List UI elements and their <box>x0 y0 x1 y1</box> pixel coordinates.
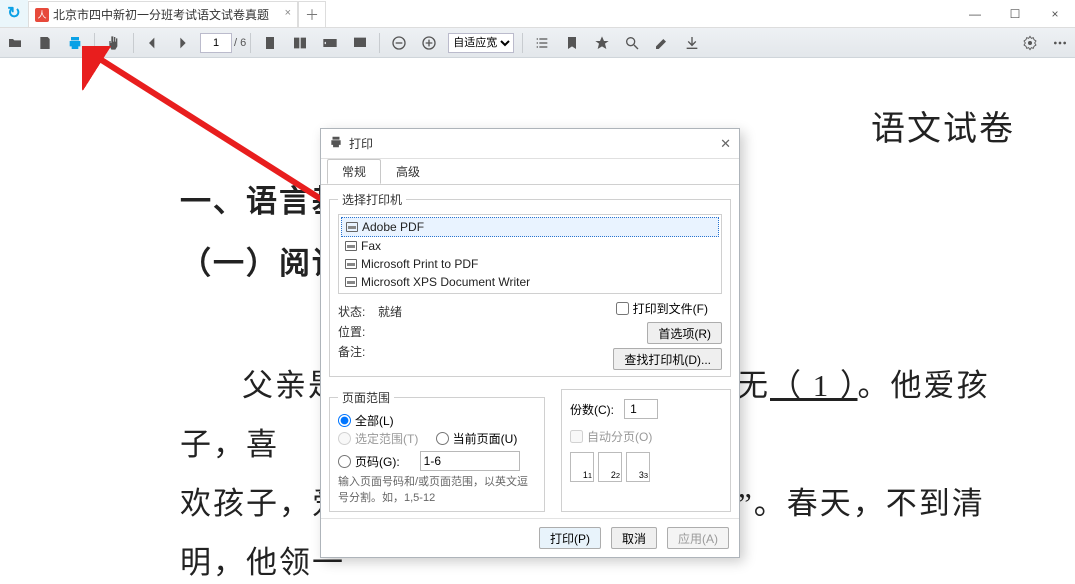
range-pages-radio[interactable]: 页码(G): <box>338 453 400 470</box>
printer-item-icon <box>346 222 358 232</box>
edit-button[interactable] <box>647 29 677 57</box>
app-icon: ↻ <box>0 0 28 27</box>
favorite-button[interactable] <box>587 29 617 57</box>
collate-checkbox: 自动分页(O) <box>570 428 652 445</box>
printer-list[interactable]: Adobe PDF Fax Microsoft Print to PDF Mic… <box>338 214 722 294</box>
single-page-button[interactable] <box>255 29 285 57</box>
more-button[interactable] <box>1045 29 1075 57</box>
document-tab[interactable]: 人 北京市四中新初一分班考试语文试卷真题 × <box>28 1 298 27</box>
next-page-button[interactable] <box>168 29 198 57</box>
window-maximize-button[interactable]: ☐ <box>995 0 1035 28</box>
window-controls: — ☐ × <box>955 0 1075 28</box>
range-current-radio[interactable]: 当前页面(U) <box>436 430 518 447</box>
printer-item-fax[interactable]: Fax <box>341 237 719 255</box>
tab-advanced[interactable]: 高级 <box>381 159 435 184</box>
hand-tool-button[interactable] <box>99 29 129 57</box>
settings-button[interactable] <box>1015 29 1045 57</box>
printer-group-label: 选择打印机 <box>338 191 406 208</box>
range-all-radio[interactable]: 全部(L) <box>338 412 394 429</box>
zoom-select[interactable]: 自适应宽 <box>448 33 514 53</box>
prev-page-button[interactable] <box>138 29 168 57</box>
status-value: 就绪 <box>378 303 402 320</box>
collate-preview: 112233 <box>570 452 722 482</box>
apply-button: 应用(A) <box>667 527 729 549</box>
search-button[interactable] <box>617 29 647 57</box>
zoom-out-button[interactable] <box>384 29 414 57</box>
range-help-text: 输入页面号码和/或页面范围，以英文逗号分割。如，1,5-12 <box>338 473 536 505</box>
page-total-label: / 6 <box>234 37 246 49</box>
printer-icon <box>329 135 343 152</box>
dialog-title: 打印 <box>349 135 714 152</box>
page-range-label: 页面范围 <box>338 389 394 406</box>
status-label: 状态: <box>338 303 378 320</box>
print-to-file-checkbox[interactable]: 打印到文件(F) <box>616 300 708 317</box>
pdf-icon: 人 <box>35 8 49 22</box>
presentation-button[interactable] <box>345 29 375 57</box>
printer-item-ms-print-pdf[interactable]: Microsoft Print to PDF <box>341 255 719 273</box>
window-close-button[interactable]: × <box>1035 0 1075 28</box>
printer-item-icon <box>345 277 357 287</box>
copies-group: 份数(C): 自动分页(O) 112233 <box>561 389 731 512</box>
zoom-in-button[interactable] <box>414 29 444 57</box>
note-label: 备注: <box>338 343 378 360</box>
printer-item-icon <box>345 241 357 251</box>
preferences-button[interactable]: 首选项(R) <box>647 322 722 344</box>
printer-group: 选择打印机 Adobe PDF Fax Microsoft Print to P… <box>329 191 731 377</box>
download-button[interactable] <box>677 29 707 57</box>
new-tab-button[interactable]: ＋ <box>298 1 326 27</box>
print-confirm-button[interactable]: 打印(P) <box>539 527 601 549</box>
copies-label: 份数(C): <box>570 401 624 418</box>
cancel-button[interactable]: 取消 <box>611 527 657 549</box>
tab-close-icon[interactable]: × <box>285 7 291 19</box>
range-pages-input[interactable] <box>420 451 520 471</box>
range-selection-radio[interactable]: 选定范围(T) <box>338 430 418 447</box>
fit-width-button[interactable] <box>315 29 345 57</box>
printer-item-icon <box>345 259 357 269</box>
print-dialog: 打印 ✕ 常规 高级 选择打印机 Adobe PDF Fax Microsoft… <box>320 128 740 558</box>
save-button[interactable] <box>30 29 60 57</box>
copies-input[interactable] <box>624 399 658 419</box>
bookmark-button[interactable] <box>557 29 587 57</box>
tab-title: 北京市四中新初一分班考试语文试卷真题 <box>53 6 269 23</box>
printer-item-adobe-pdf[interactable]: Adobe PDF <box>341 217 719 237</box>
dialog-titlebar[interactable]: 打印 ✕ <box>321 129 739 159</box>
tab-general[interactable]: 常规 <box>327 159 381 184</box>
printer-item-ms-xps[interactable]: Microsoft XPS Document Writer <box>341 273 719 291</box>
main-toolbar: / 6 自适应宽 <box>0 28 1075 58</box>
location-label: 位置: <box>338 323 378 340</box>
outline-button[interactable] <box>527 29 557 57</box>
dialog-tabs: 常规 高级 <box>321 159 739 185</box>
facing-pages-button[interactable] <box>285 29 315 57</box>
find-printer-button[interactable]: 查找打印机(D)... <box>613 348 722 370</box>
window-minimize-button[interactable]: — <box>955 0 995 28</box>
print-button[interactable] <box>60 29 90 57</box>
open-button[interactable] <box>0 29 30 57</box>
dialog-buttons: 打印(P) 取消 应用(A) <box>321 518 739 557</box>
page-number-input[interactable] <box>200 33 232 53</box>
tab-strip: ↻ 人 北京市四中新初一分班考试语文试卷真题 × ＋ <box>0 0 1075 28</box>
page-range-group: 页面范围 全部(L) 选定范围(T) 当前页面(U) 页码(G): 输入页面号码… <box>329 389 545 512</box>
dialog-close-button[interactable]: ✕ <box>720 136 731 152</box>
